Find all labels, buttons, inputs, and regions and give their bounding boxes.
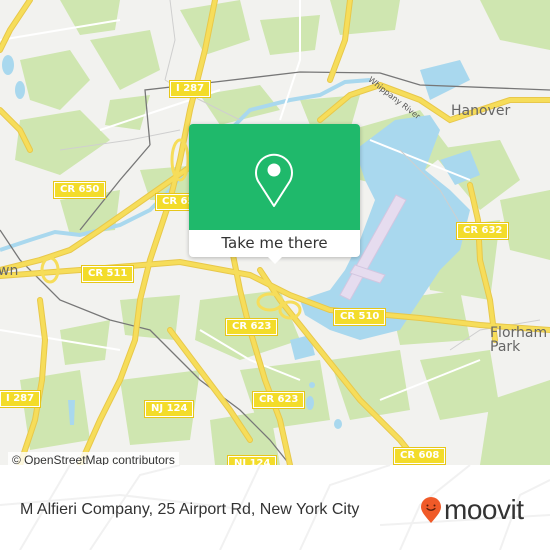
road-shield-nj124: NJ 124: [145, 401, 194, 417]
map-pin-icon: [255, 153, 293, 207]
place-label-hanover: Hanover: [451, 103, 511, 119]
footer-bar: M Alfieri Company, 25 Airport Rd, New Yo…: [0, 465, 550, 550]
road-shield-cr510: CR 510: [334, 309, 386, 325]
location-title: M Alfieri Company, 25 Airport Rd, New Yo…: [20, 501, 360, 518]
road-shield-cr608: CR 608: [394, 448, 446, 464]
road-shield-cr632: CR 632: [457, 223, 509, 239]
moovit-logo[interactable]: moovit: [420, 492, 524, 528]
road-shield-cr511: CR 511: [82, 266, 134, 282]
popup-pointer: [267, 256, 283, 264]
moovit-smiley-pin-icon: [421, 497, 441, 523]
road-shield-cr623: CR 623: [226, 319, 278, 335]
road-shield-cr650: CR 650: [54, 182, 106, 198]
map-view[interactable]: Hanover Florham Park wn Whippany River I…: [0, 0, 550, 465]
road-shield-i287: I 287: [170, 81, 211, 97]
place-label-town-west: wn: [0, 263, 19, 279]
map-attribution[interactable]: © OpenStreetMap contributors: [8, 452, 179, 465]
road-shield-cr623-south: CR 623: [253, 392, 305, 408]
moovit-wordmark: moovit: [444, 494, 524, 525]
take-me-there-button[interactable]: Take me there: [189, 230, 360, 257]
road-shield-nj124-south: NJ 124: [228, 456, 277, 465]
take-me-there-popup[interactable]: Take me there: [189, 124, 360, 264]
place-label-florham-park: Florham Park: [490, 325, 548, 355]
road-shield-i287-south: I 287: [0, 391, 41, 407]
